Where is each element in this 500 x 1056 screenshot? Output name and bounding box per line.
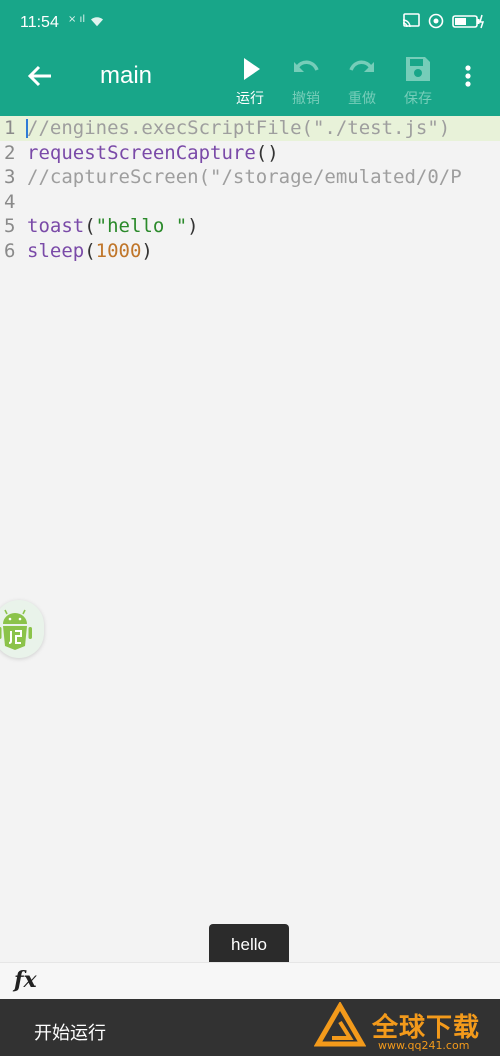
code-text: //captureScreen("/storage/emulated/0/P <box>27 166 462 188</box>
save-button[interactable]: 保存 <box>396 54 440 108</box>
undo-icon <box>294 60 319 72</box>
page-title: main <box>100 62 153 89</box>
app-bar: 11:54 × ıl main 运行 撤销 重做 保存 <box>0 0 500 116</box>
redo-button[interactable]: 重做 <box>340 54 384 108</box>
code-text: toast("hello ") <box>27 215 199 237</box>
line-number: 3 <box>4 166 16 188</box>
status-time: 11:54 <box>20 14 59 31</box>
code-line[interactable]: 6 sleep(1000) <box>0 239 500 264</box>
snackbar: 开始运行 全球下载 www.qq241.com <box>0 999 500 1056</box>
save-icon <box>406 57 430 81</box>
more-vert-icon[interactable] <box>456 62 480 90</box>
fx-button[interactable]: fx <box>14 967 37 993</box>
wifi-icon <box>91 17 103 27</box>
run-button[interactable]: 运行 <box>228 54 272 108</box>
code-line[interactable]: 1 //engines.execScriptFile("./test.js") <box>0 116 500 141</box>
redo-icon <box>349 60 374 72</box>
battery-icon <box>452 14 485 29</box>
line-number: 2 <box>4 141 16 164</box>
toast-message: hello <box>209 924 289 966</box>
code-editor[interactable]: 1 //engines.execScriptFile("./test.js") … <box>0 116 500 962</box>
code-text: //engines.execScriptFile("./test.js") <box>27 117 451 139</box>
code-line[interactable]: 4 <box>0 190 500 215</box>
line-number: 6 <box>4 239 16 262</box>
code-line[interactable]: 2 requestScreenCapture() <box>0 141 500 166</box>
status-bar: 11:54 × ıl <box>0 0 500 48</box>
code-line[interactable]: 5 toast("hello ") <box>0 214 500 239</box>
status-right <box>402 13 486 29</box>
line-number: 1 <box>4 117 16 139</box>
redo-label: 重做 <box>348 91 376 107</box>
floating-ball[interactable] <box>0 600 44 658</box>
function-bar: fx <box>0 962 500 1000</box>
undo-label: 撤销 <box>292 91 320 107</box>
snackbar-text: 开始运行 <box>34 1023 106 1044</box>
line-number: 4 <box>4 190 16 213</box>
undo-button[interactable]: 撤销 <box>284 54 328 108</box>
line-number: 5 <box>4 215 16 237</box>
cast-icon <box>402 13 420 28</box>
android-js-icon <box>0 609 32 650</box>
signal-icon: × ıl <box>68 14 86 25</box>
code-line[interactable]: 3 //captureScreen("/storage/emulated/0/P <box>0 165 500 190</box>
save-label: 保存 <box>404 91 432 107</box>
back-arrow-icon[interactable] <box>24 60 56 92</box>
run-label: 运行 <box>236 91 264 107</box>
watermark: 全球下载 www.qq241.com <box>314 999 494 1056</box>
code-text: sleep(1000) <box>27 239 153 262</box>
watermark-logo-icon <box>314 1002 366 1047</box>
watermark-url: www.qq241.com <box>378 1039 470 1052</box>
code-text: requestScreenCapture() <box>27 141 279 164</box>
play-icon <box>244 58 260 80</box>
alarm-icon <box>428 13 444 29</box>
